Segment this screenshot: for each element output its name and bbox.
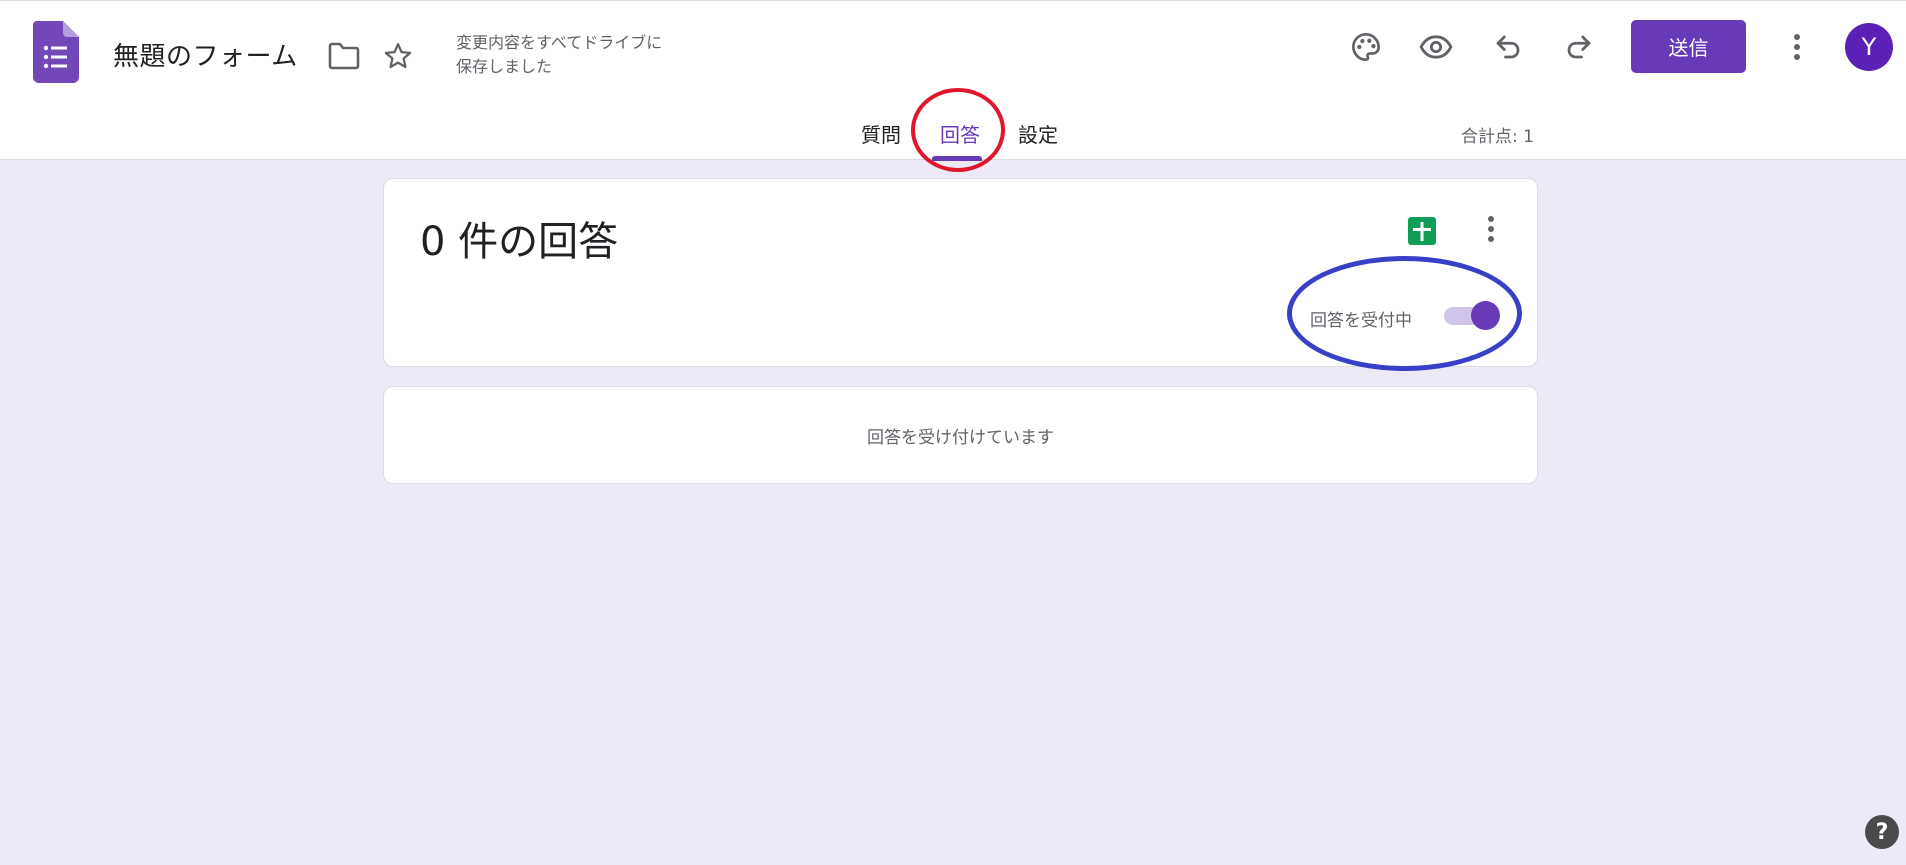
accepting-message-card: 回答を受け付けています <box>383 386 1538 484</box>
avatar[interactable]: Y <box>1845 23 1893 71</box>
active-tab-indicator <box>932 156 982 161</box>
tab-settings[interactable]: 設定 <box>1018 119 1058 148</box>
save-status-line-2: 保存しました <box>456 57 553 76</box>
star-icon[interactable] <box>378 37 418 75</box>
tab-questions[interactable]: 質問 <box>861 119 901 148</box>
top-app-bar: 無題のフォーム 変更内容をすべてドライブに 保存しました 送信 Y 質問 回答 … <box>0 0 1906 161</box>
responses-more-icon[interactable] <box>1471 209 1511 249</box>
help-icon[interactable]: ? <box>1865 815 1899 849</box>
toggle-thumb <box>1471 301 1500 330</box>
save-status: 変更内容をすべてドライブに 保存しました <box>456 31 716 79</box>
folder-icon[interactable] <box>324 37 364 75</box>
response-count: 0 件の回答 <box>420 219 619 265</box>
eye-icon[interactable] <box>1414 25 1458 69</box>
palette-icon[interactable] <box>1344 25 1388 69</box>
more-vert-icon[interactable] <box>1775 25 1819 69</box>
responses-summary-card: 0 件の回答 回答を受付中 <box>383 178 1538 367</box>
tab-responses[interactable]: 回答 <box>940 119 980 148</box>
undo-icon[interactable] <box>1486 25 1530 69</box>
accepting-responses-toggle[interactable] <box>1444 296 1504 336</box>
form-title[interactable]: 無題のフォーム <box>113 36 298 73</box>
total-points: 合計点: 1 <box>1461 127 1534 147</box>
accepting-responses-label: 回答を受付中 <box>1310 311 1412 331</box>
forms-logo-icon[interactable] <box>33 21 79 83</box>
accepting-message: 回答を受け付けています <box>867 428 1054 448</box>
sheets-icon[interactable] <box>1402 211 1442 251</box>
send-button[interactable]: 送信 <box>1631 20 1746 73</box>
redo-icon[interactable] <box>1557 25 1601 69</box>
save-status-line-1: 変更内容をすべてドライブに <box>456 33 663 52</box>
